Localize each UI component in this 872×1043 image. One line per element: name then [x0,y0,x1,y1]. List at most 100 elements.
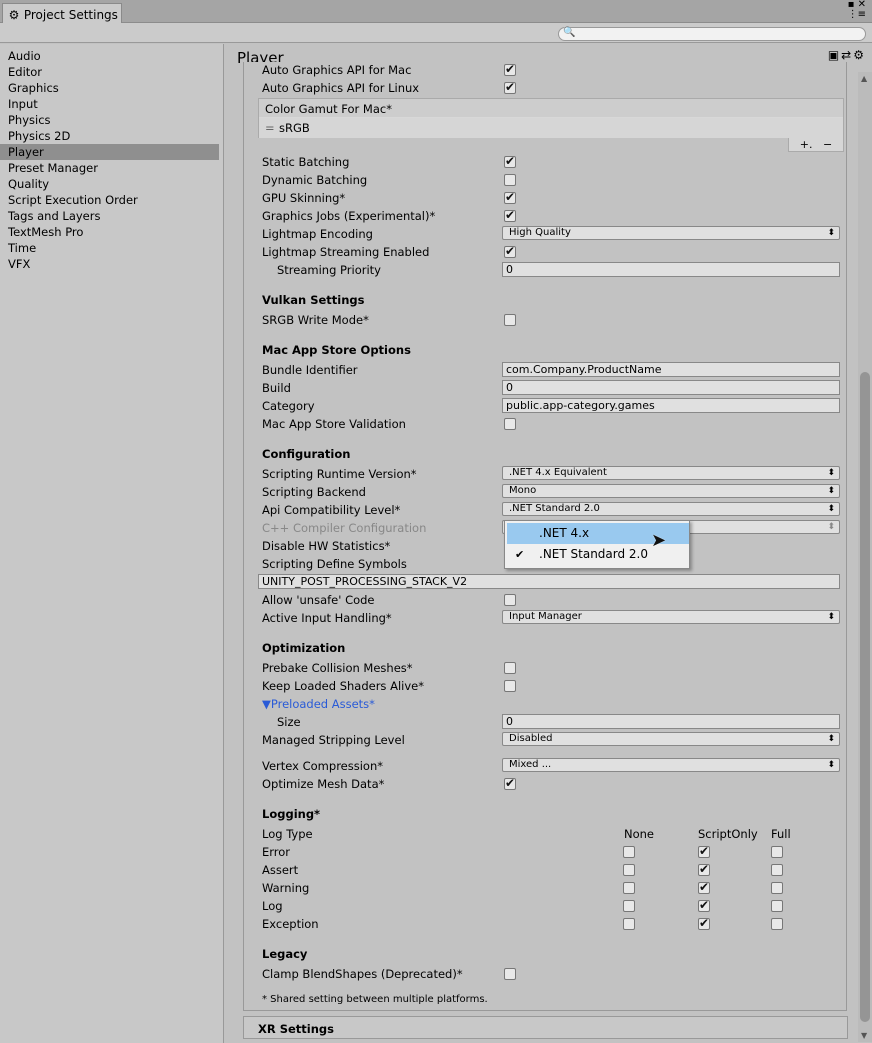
stripping-level-label: Managed Stripping Level [262,733,405,747]
auto-graphics-mac-checkbox[interactable] [504,62,516,76]
log-log-none-checkbox[interactable] [623,900,635,912]
sidebar-item-time[interactable]: Time [0,240,223,256]
sidebar-item-editor[interactable]: Editor [0,64,223,80]
project-settings-tab[interactable]: ⚙ Project Settings [2,3,122,24]
help-icon[interactable]: ▣ [828,48,841,62]
static-batching-label: Static Batching [262,155,350,169]
vertical-scrollbar[interactable]: ▲ ▼ [858,72,872,1042]
configuration-header: Configuration [262,447,351,461]
log-assert-scriptonly-checkbox[interactable] [698,862,710,876]
scripting-backend-dropdown[interactable]: Mono [502,484,840,498]
lightmap-encoding-dropdown[interactable]: High Quality [502,226,840,240]
runtime-version-dropdown[interactable]: .NET 4.x Equivalent [502,466,840,480]
cpp-compiler-label: C++ Compiler Configuration [262,521,427,535]
size-field[interactable]: 0 [502,714,840,729]
log-exception-label: Exception [262,917,319,931]
prebake-checkbox[interactable] [504,662,516,674]
menu-icon[interactable]: ⋮≡ [848,10,866,20]
sidebar: Audio Editor Graphics Input Physics Phys… [0,44,224,1043]
title-bar: ⚙ Project Settings ▪ ✕ ⋮≡ [0,0,872,24]
scrollbar-thumb[interactable] [860,372,870,1022]
triangle-down-icon: ▼ [262,697,271,711]
log-log-full-checkbox[interactable] [771,900,783,912]
sidebar-item-audio[interactable]: Audio [0,48,223,64]
log-exception-none-checkbox[interactable] [623,918,635,930]
build-field[interactable]: 0 [502,380,840,395]
mac-store-validation-checkbox[interactable] [504,418,516,430]
mac-store-validation-label: Mac App Store Validation [262,417,406,431]
stripping-level-dropdown[interactable]: Disabled [502,732,840,746]
api-compat-dropdown[interactable]: .NET Standard 2.0 [502,502,840,516]
category-label: Category [262,399,315,413]
log-exception-scriptonly-checkbox[interactable] [698,916,710,930]
optimize-mesh-checkbox[interactable] [504,776,516,790]
log-warning-label: Warning [262,881,310,895]
settings-icon[interactable]: ⚙ [853,48,866,62]
static-batching-checkbox[interactable] [504,154,516,168]
lightmap-streaming-label: Lightmap Streaming Enabled [262,245,430,259]
unsafe-code-checkbox[interactable] [504,594,516,606]
category-field[interactable]: public.app-category.games [502,398,840,413]
define-symbols-field[interactable]: UNITY_POST_PROCESSING_STACK_V2 [258,574,840,589]
header-icons: ▣⇄⚙ [828,48,866,62]
search-icon: 🔍 [563,27,576,38]
runtime-version-label: Scripting Runtime Version* [262,467,417,481]
sidebar-item-quality[interactable]: Quality [0,176,223,192]
keep-shaders-checkbox[interactable] [504,680,516,692]
scroll-down-icon[interactable]: ▼ [861,1031,867,1040]
log-error-label: Error [262,845,291,859]
tab-title: Project Settings [23,8,118,22]
sidebar-item-vfx[interactable]: VFX [0,256,223,272]
log-warning-full-checkbox[interactable] [771,882,783,894]
log-warning-scriptonly-checkbox[interactable] [698,880,710,894]
log-error-full-checkbox[interactable] [771,846,783,858]
gpu-skinning-label: GPU Skinning* [262,191,346,205]
sidebar-item-physics[interactable]: Physics [0,112,223,128]
lightmap-streaming-checkbox[interactable] [504,244,516,258]
srgb-write-checkbox[interactable] [504,314,516,326]
prebake-label: Prebake Collision Meshes* [262,661,413,675]
search-input[interactable]: 🔍 [558,27,866,41]
gpu-skinning-checkbox[interactable] [504,190,516,204]
disable-hw-stats-label: Disable HW Statistics* [262,539,391,553]
bundle-identifier-field[interactable]: com.Company.ProductName [502,362,840,377]
log-assert-none-checkbox[interactable] [623,864,635,876]
sidebar-item-input[interactable]: Input [0,96,223,112]
log-error-none-checkbox[interactable] [623,846,635,858]
preloaded-assets-foldout[interactable]: ▼Preloaded Assets* [262,697,375,711]
auto-graphics-linux-checkbox[interactable] [504,80,516,94]
legacy-header: Legacy [262,947,308,961]
shared-setting-footnote: * Shared setting between multiple platfo… [262,994,488,1005]
clamp-blendshapes-checkbox[interactable] [504,968,516,980]
preset-icon[interactable]: ⇄ [841,48,853,62]
log-exception-full-checkbox[interactable] [771,918,783,930]
keep-shaders-label: Keep Loaded Shaders Alive* [262,679,424,693]
dynamic-batching-label: Dynamic Batching [262,173,368,187]
streaming-priority-field[interactable]: 0 [502,262,840,277]
input-handling-label: Active Input Handling* [262,611,392,625]
auto-graphics-linux-label: Auto Graphics API for Linux [262,81,420,95]
graphics-jobs-checkbox[interactable] [504,208,516,222]
sidebar-item-textmesh-pro[interactable]: TextMesh Pro [0,224,223,240]
optimize-mesh-label: Optimize Mesh Data* [262,777,385,791]
input-handling-dropdown[interactable]: Input Manager [502,610,840,624]
sidebar-item-script-execution-order[interactable]: Script Execution Order [0,192,223,208]
unsafe-code-label: Allow 'unsafe' Code [262,593,375,607]
window-controls: ▪ ✕ ⋮≡ [848,0,866,20]
vertex-compression-dropdown[interactable]: Mixed ... [502,758,840,772]
xr-settings-foldout[interactable]: XR Settings [243,1016,848,1039]
dynamic-batching-checkbox[interactable] [504,174,516,186]
log-full-header: Full [771,827,791,841]
log-assert-full-checkbox[interactable] [771,864,783,876]
log-warning-none-checkbox[interactable] [623,882,635,894]
scroll-up-icon[interactable]: ▲ [861,74,867,83]
sidebar-item-preset-manager[interactable]: Preset Manager [0,160,223,176]
sidebar-item-tags-and-layers[interactable]: Tags and Layers [0,208,223,224]
graphics-jobs-label: Graphics Jobs (Experimental)* [262,209,436,223]
log-error-scriptonly-checkbox[interactable] [698,844,710,858]
sidebar-item-player[interactable]: Player [0,144,219,160]
sidebar-item-physics-2d[interactable]: Physics 2D [0,128,223,144]
sidebar-item-graphics[interactable]: Graphics [0,80,223,96]
log-log-scriptonly-checkbox[interactable] [698,898,710,912]
api-compat-label: Api Compatibility Level* [262,503,401,517]
